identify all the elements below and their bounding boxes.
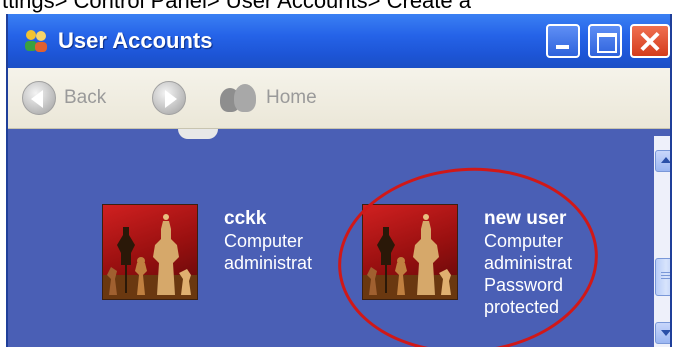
- minimize-button[interactable]: [546, 24, 580, 58]
- user-accounts-icon: [22, 28, 50, 54]
- panel-curve-decoration: [178, 129, 218, 139]
- chess-avatar-icon: [102, 204, 198, 300]
- account-tile-cckk[interactable]: cckk Computer administrat: [102, 204, 312, 300]
- close-button[interactable]: [630, 24, 670, 58]
- back-arrow-icon: [22, 81, 56, 115]
- user-accounts-window: User Accounts Back Home cckk Computer ad…: [6, 14, 672, 347]
- account-info-cckk: cckk Computer administrat: [224, 208, 312, 300]
- scroll-thumb[interactable]: [655, 258, 670, 296]
- vertical-scrollbar[interactable]: [654, 136, 670, 347]
- home-button[interactable]: Home: [218, 80, 317, 116]
- scroll-up-button[interactable]: [655, 150, 670, 172]
- back-label: Back: [64, 87, 107, 108]
- window-title: User Accounts: [58, 28, 213, 53]
- scroll-down-button[interactable]: [655, 322, 670, 344]
- title-bar[interactable]: User Accounts: [8, 14, 670, 68]
- back-button[interactable]: Back: [22, 80, 106, 116]
- home-label: Home: [266, 87, 317, 108]
- home-users-icon: [218, 82, 258, 114]
- breadcrumb-caption-text: ttings> Control Panel> User Accounts> Cr…: [2, 0, 471, 13]
- forward-button[interactable]: [152, 80, 186, 116]
- navigation-toolbar: Back Home: [8, 68, 670, 129]
- maximize-button[interactable]: [588, 24, 622, 58]
- forward-arrow-icon: [152, 81, 186, 115]
- account-type-line: Computer: [224, 231, 304, 251]
- account-name: cckk: [224, 208, 267, 229]
- account-type-line: administrat: [224, 253, 313, 273]
